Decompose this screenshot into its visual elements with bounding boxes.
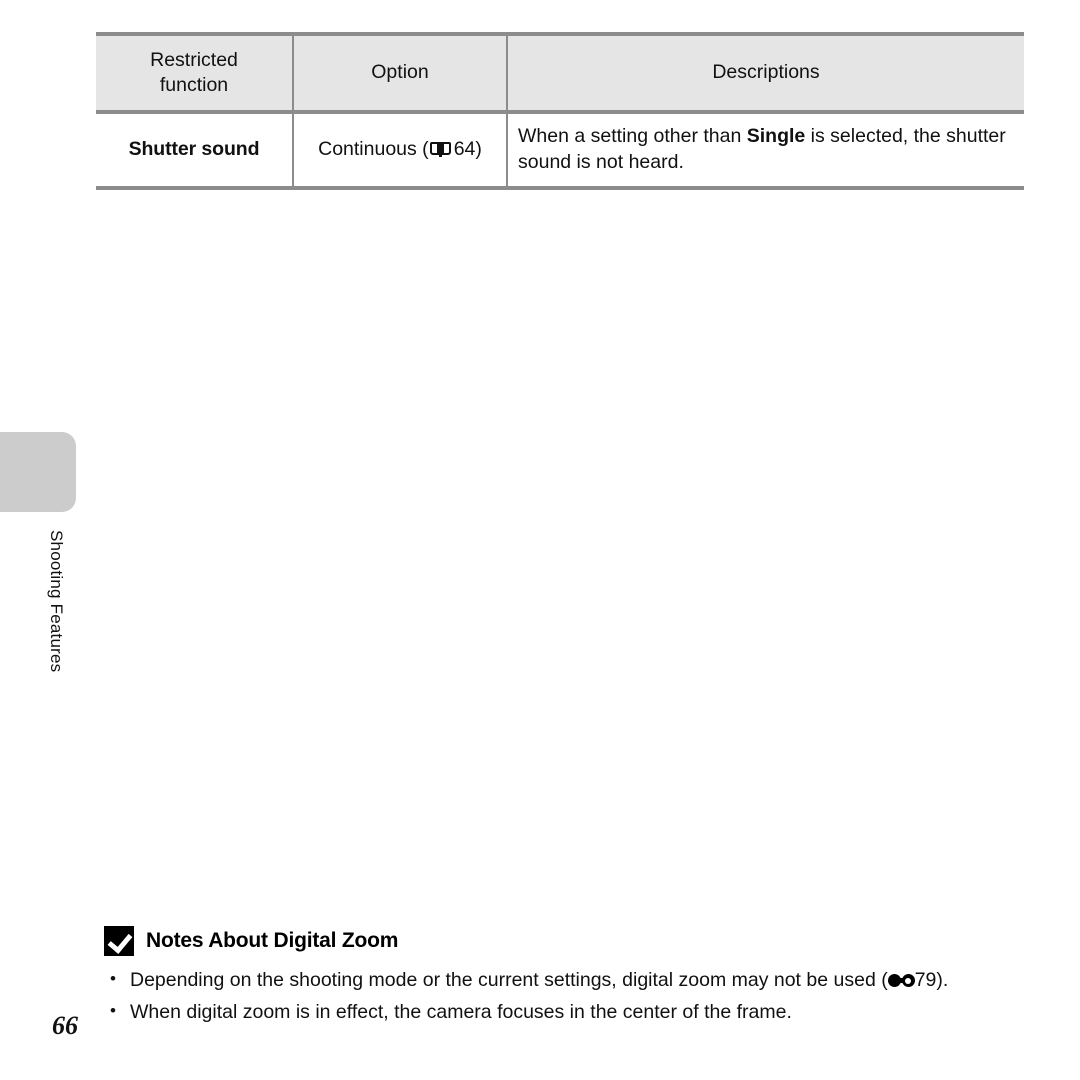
cell-description: When a setting other than Single is sele… <box>506 111 1024 190</box>
table-body: Shutter sound Continuous ( 64) When a set… <box>96 111 1024 190</box>
note-text-post: ). <box>936 969 949 991</box>
cell-option: Continuous ( 64) <box>292 111 508 190</box>
page-number: 66 <box>52 1011 78 1040</box>
chapter-tab-marker <box>0 432 76 512</box>
option-page-reference: 64 <box>453 137 476 160</box>
column-header-descriptions: Descriptions <box>506 32 1024 114</box>
notes-heading: Notes About Digital Zoom <box>104 926 994 956</box>
list-item: When digital zoom is in effect, the came… <box>104 997 994 1029</box>
chapter-label: Shooting Features <box>47 530 66 673</box>
restricted-function-table: Restricted function Option Descriptions … <box>96 32 1024 190</box>
description-text-pre: When a setting other than <box>518 124 747 147</box>
note-text-pre: Depending on the shooting mode or the cu… <box>130 969 888 991</box>
description-emphasis-term: Single <box>746 124 806 147</box>
column-header-line-2: function <box>159 73 229 96</box>
column-header-option: Option <box>292 32 508 114</box>
notes-list: Depending on the shooting mode or the cu… <box>104 965 994 1028</box>
table-header-row: Restricted function Option Descriptions <box>96 32 1024 114</box>
column-header-restricted-function: Restricted function <box>96 32 294 114</box>
option-value: Continuous ( <box>318 137 429 160</box>
column-header-line-1: Restricted <box>150 49 238 71</box>
restricted-function-table-wrapper: Restricted function Option Descriptions … <box>96 32 1024 190</box>
reference-section-icon <box>887 974 915 987</box>
table-row: Shutter sound Continuous ( 64) When a set… <box>96 111 1024 190</box>
option-suffix: ) <box>475 137 482 160</box>
notes-section: Notes About Digital Zoom Depending on th… <box>104 926 994 1028</box>
cell-restricted-function: Shutter sound <box>96 111 294 190</box>
notes-title: Notes About Digital Zoom <box>146 929 399 952</box>
restricted-function-value: Shutter sound <box>128 137 260 160</box>
open-book-icon <box>429 141 451 157</box>
caution-check-icon <box>104 926 134 956</box>
note-page-reference: 79 <box>914 969 937 991</box>
table-header: Restricted function Option Descriptions <box>96 32 1024 114</box>
note-text-pre: When digital zoom is in effect, the came… <box>130 1000 792 1023</box>
list-item: Depending on the shooting mode or the cu… <box>104 965 994 997</box>
